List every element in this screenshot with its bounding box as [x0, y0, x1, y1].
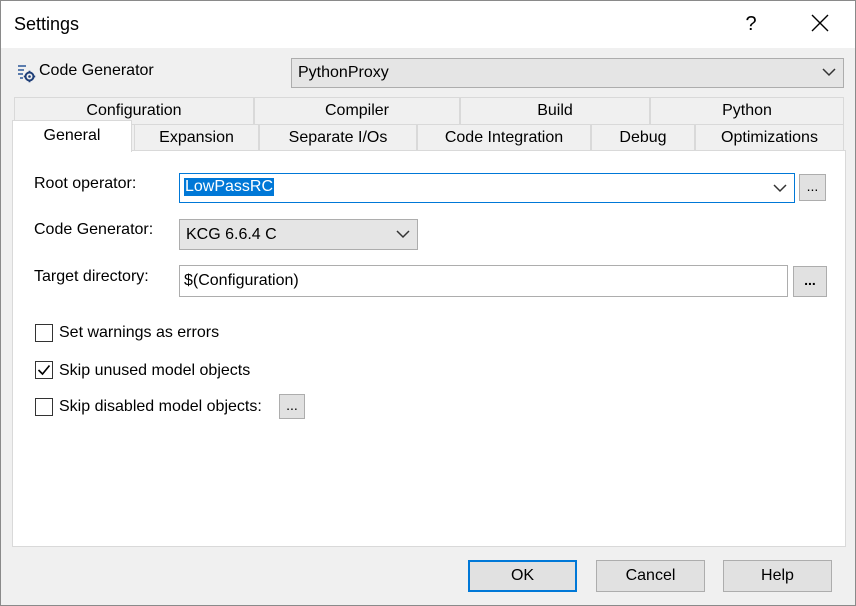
code-generator-version-select[interactable]: KCG 6.6.4 C: [179, 219, 418, 250]
skip-unused-model-objects-checkbox[interactable]: [35, 361, 53, 379]
title-bar: [0, 0, 856, 48]
target-directory-browse-button[interactable]: ...: [793, 266, 827, 297]
checkmark-icon: [37, 364, 51, 376]
tab-separate-ios[interactable]: Separate I/Os: [259, 124, 417, 151]
tab-optimizations[interactable]: Optimizations: [695, 124, 844, 151]
window-title: Settings: [14, 14, 80, 34]
chevron-down-icon: [822, 68, 836, 77]
general-tab-panel: [12, 150, 846, 547]
tab-build[interactable]: Build: [460, 97, 650, 125]
code-generator-field-label: Code Generator:: [34, 221, 154, 238]
skip-disabled-browse-button[interactable]: ...: [279, 394, 305, 419]
root-operator-value: LowPassRC: [184, 178, 275, 196]
help-icon[interactable]: ?: [730, 6, 772, 42]
tab-general[interactable]: General: [12, 120, 132, 152]
chevron-down-icon: [773, 184, 787, 193]
tab-code-integration[interactable]: Code Integration: [417, 124, 591, 151]
code-generator-label: Code Generator: [39, 62, 154, 79]
root-operator-browse-button[interactable]: ...: [799, 174, 826, 201]
cancel-button[interactable]: Cancel: [596, 560, 705, 592]
code-generator-select-value: PythonProxy: [298, 64, 389, 81]
skip-disabled-model-objects-checkbox[interactable]: [35, 398, 53, 416]
target-directory-input[interactable]: $(Configuration): [179, 265, 788, 297]
target-directory-label: Target directory:: [34, 268, 149, 285]
root-operator-combobox[interactable]: LowPassRC: [179, 173, 795, 203]
code-generator-version-value: KCG 6.6.4 C: [186, 226, 277, 243]
ok-button[interactable]: OK: [468, 560, 577, 592]
set-warnings-as-errors-checkbox[interactable]: [35, 324, 53, 342]
code-generator-icon: [16, 63, 36, 83]
close-icon[interactable]: [796, 6, 844, 42]
chevron-down-icon: [396, 230, 410, 239]
root-operator-label: Root operator:: [34, 175, 137, 192]
skip-disabled-model-objects-label: Skip disabled model objects:: [59, 398, 262, 415]
target-directory-value: $(Configuration): [184, 272, 299, 289]
tab-debug[interactable]: Debug: [591, 124, 695, 151]
set-warnings-as-errors-label: Set warnings as errors: [59, 324, 220, 341]
tab-expansion[interactable]: Expansion: [134, 124, 259, 151]
help-button[interactable]: Help: [723, 560, 832, 592]
skip-unused-model-objects-label: Skip unused model objects: [59, 362, 251, 379]
tab-compiler[interactable]: Compiler: [254, 97, 460, 125]
tab-python[interactable]: Python: [650, 97, 844, 125]
code-generator-select[interactable]: PythonProxy: [291, 58, 844, 88]
